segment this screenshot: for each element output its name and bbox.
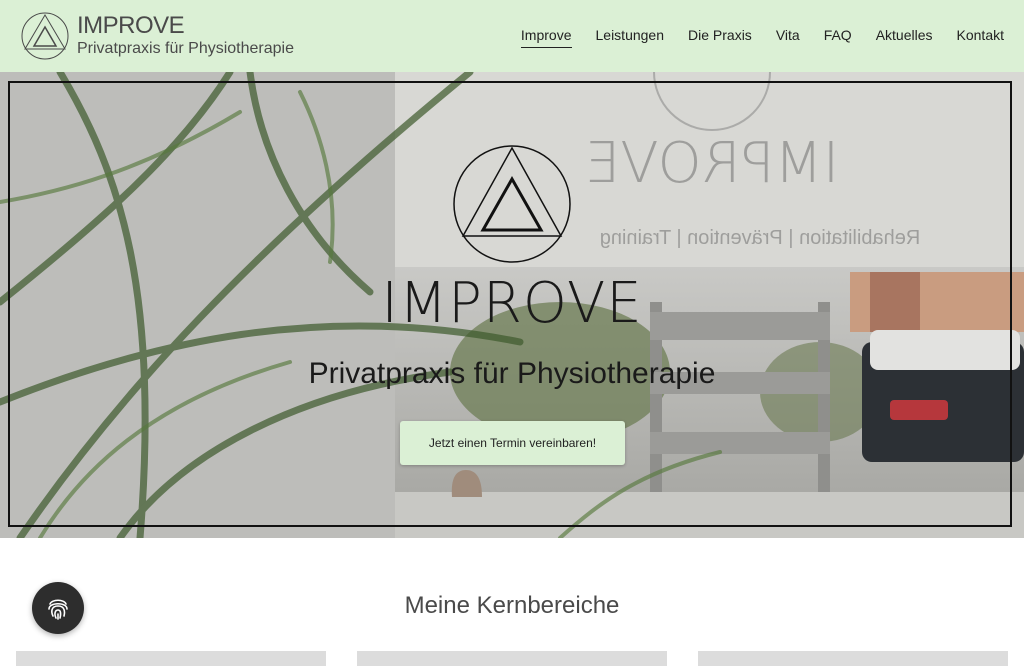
- brand-subtitle[interactable]: Privatpraxis für Physiotherapie: [77, 39, 294, 59]
- logo-icon[interactable]: [20, 11, 70, 61]
- fingerprint-icon: [48, 599, 68, 620]
- main-nav: Improve Leistungen Die Praxis Vita FAQ A…: [520, 26, 1004, 48]
- hero-logo-icon: [453, 145, 571, 263]
- nav-item-leistungen[interactable]: Leistungen: [596, 26, 665, 48]
- nav-item-vita[interactable]: Vita: [776, 26, 800, 48]
- brand-name[interactable]: IMPROVE: [77, 12, 185, 40]
- hero-subtitle: Privatpraxis für Physiotherapie: [308, 357, 716, 390]
- hero-title: IMPROVE: [381, 271, 643, 336]
- nav-item-die-praxis[interactable]: Die Praxis: [688, 26, 752, 48]
- site-header: IMPROVE Privatpraxis für Physiotherapie …: [0, 0, 1024, 72]
- nav-item-kontakt[interactable]: Kontakt: [957, 26, 1004, 48]
- section-heading: Meine Kernbereiche: [404, 592, 620, 619]
- hero-section: IMPROVE Rehabilitation | Prävention | Tr…: [0, 72, 1024, 538]
- nav-item-aktuelles[interactable]: Aktuelles: [876, 26, 933, 48]
- core-area-card[interactable]: [357, 651, 667, 666]
- book-appointment-button[interactable]: Jetzt einen Termin vereinbaren!: [400, 421, 625, 465]
- privacy-settings-button[interactable]: [32, 582, 84, 634]
- core-area-card[interactable]: [16, 651, 326, 666]
- nav-item-improve[interactable]: Improve: [520, 26, 572, 48]
- nav-item-faq[interactable]: FAQ: [824, 26, 852, 48]
- core-area-card[interactable]: [698, 651, 1008, 666]
